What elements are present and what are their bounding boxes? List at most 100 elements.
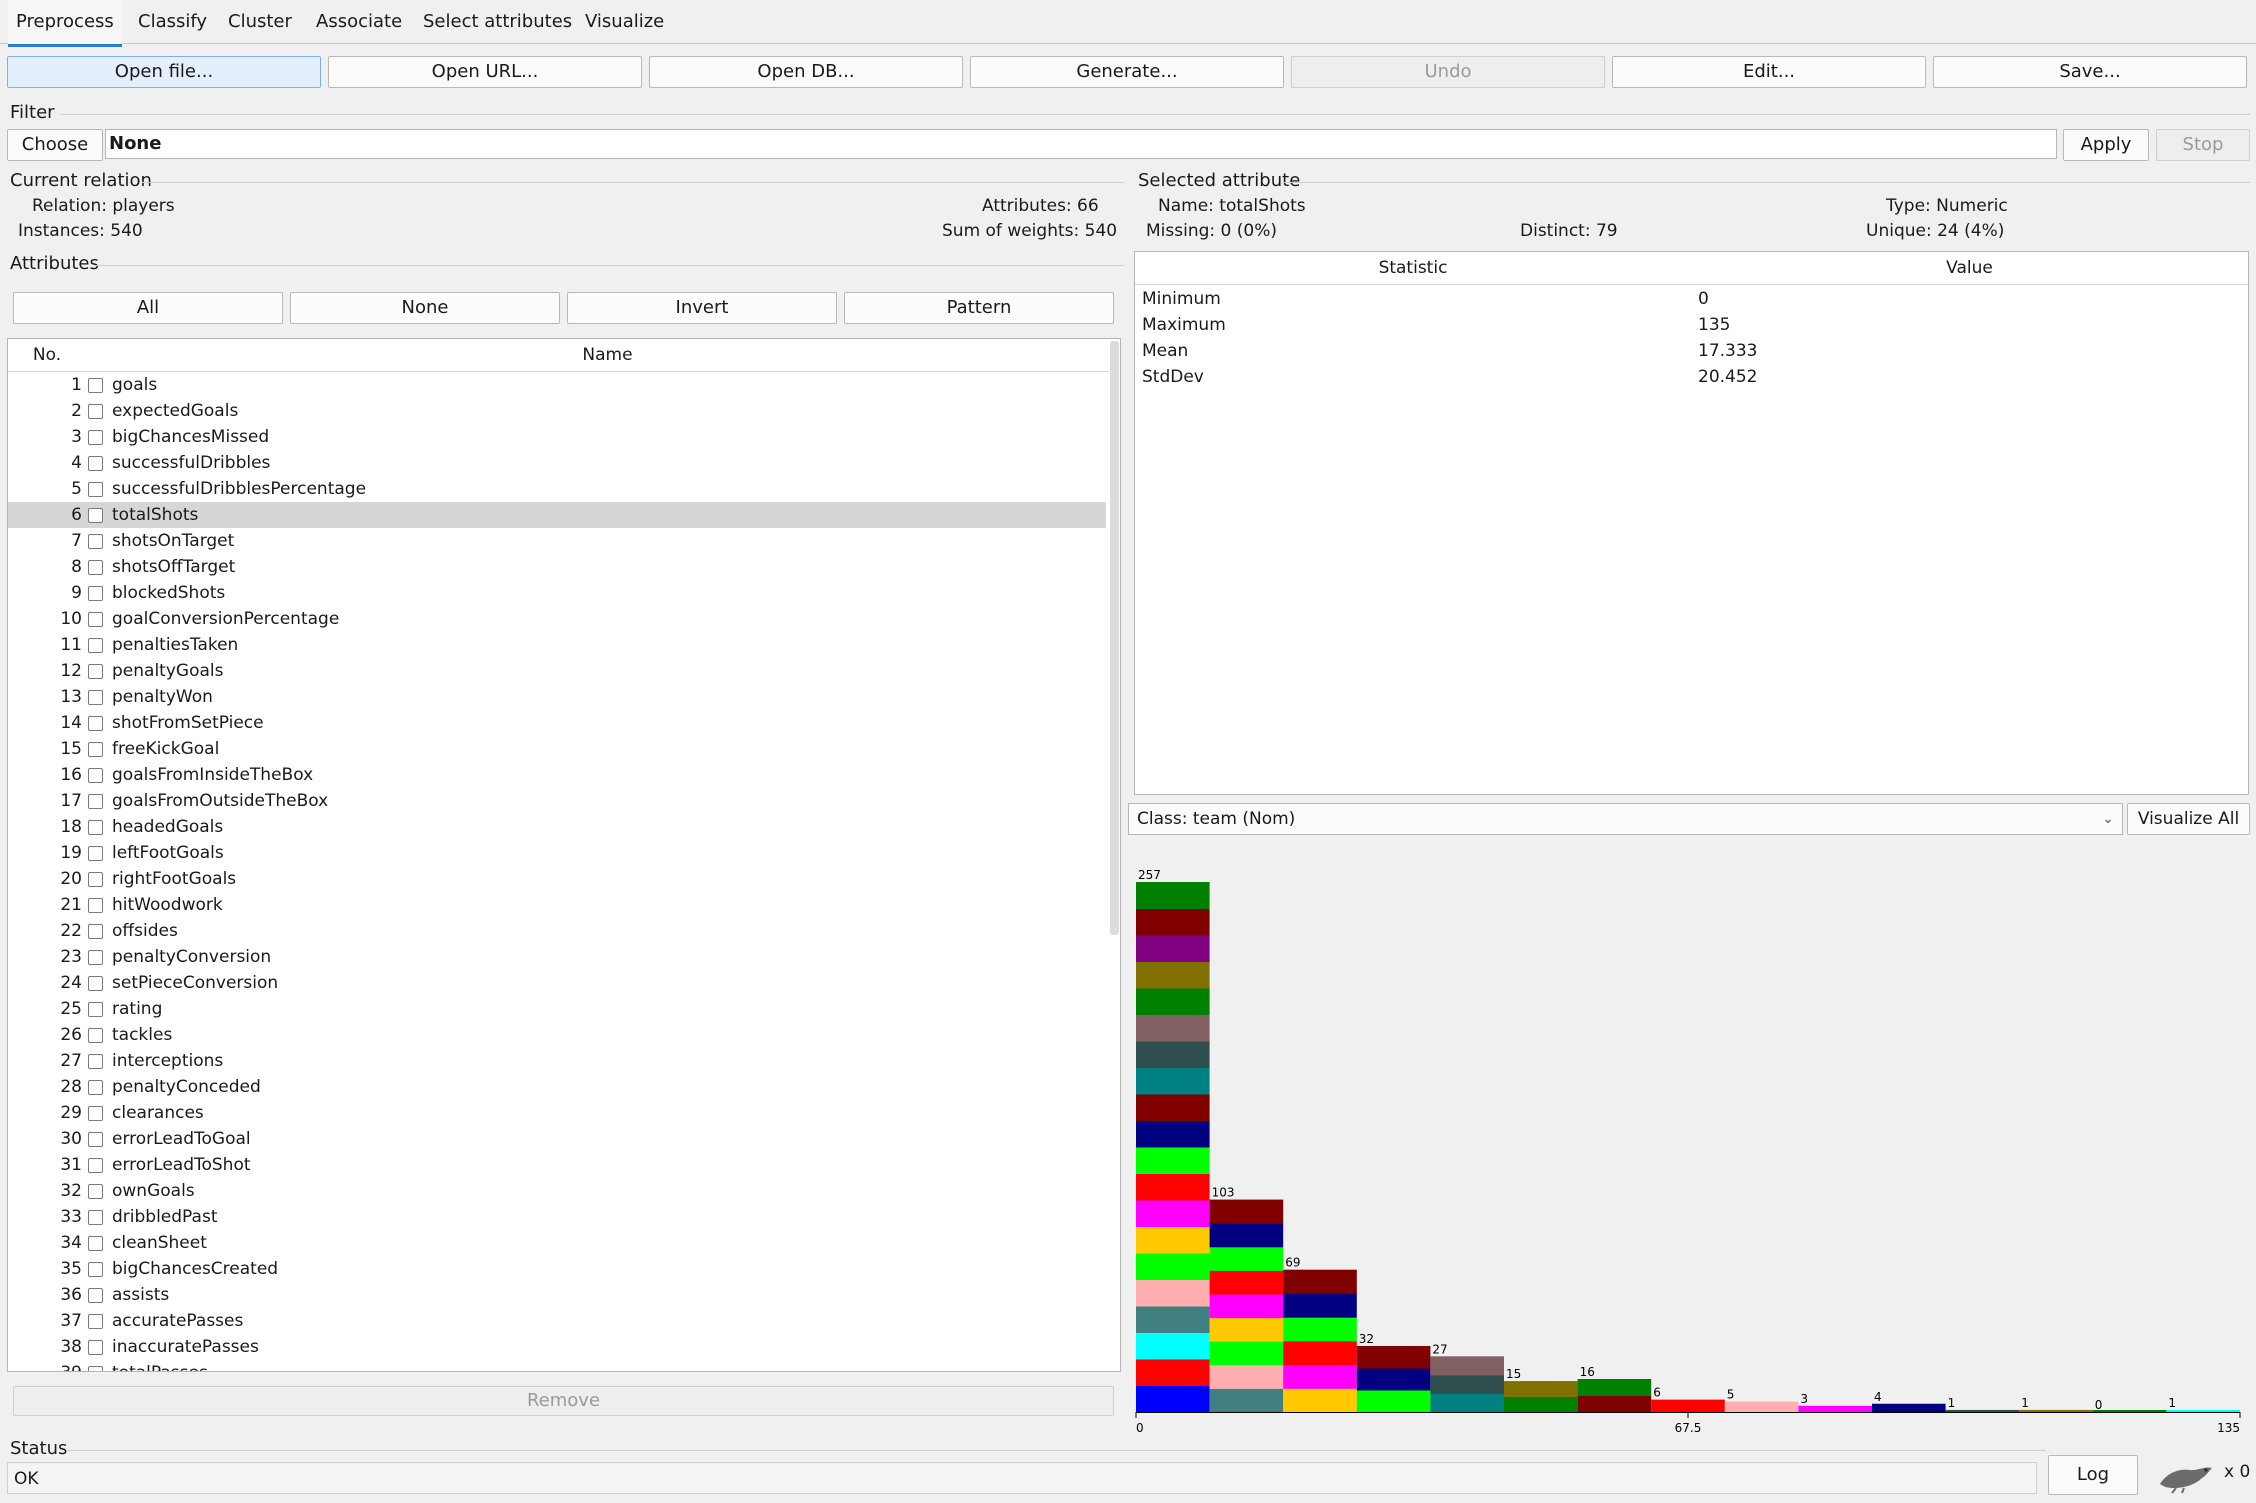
- undo-button[interactable]: Undo: [1291, 56, 1605, 88]
- table-row[interactable]: 26 tackles: [8, 1022, 1106, 1048]
- histogram-bar[interactable]: [1283, 1269, 1357, 1413]
- open-file-button[interactable]: Open file...: [7, 56, 321, 88]
- row-checkbox[interactable]: [88, 1366, 103, 1371]
- row-checkbox[interactable]: [88, 430, 103, 445]
- row-checkbox[interactable]: [88, 1080, 103, 1095]
- row-checkbox[interactable]: [88, 716, 103, 731]
- table-row[interactable]: 5 successfulDribblesPercentage: [8, 476, 1106, 502]
- row-checkbox[interactable]: [88, 820, 103, 835]
- row-checkbox[interactable]: [88, 1288, 103, 1303]
- table-row[interactable]: 11 penaltiesTaken: [8, 632, 1106, 658]
- histogram-bar[interactable]: [1209, 1199, 1284, 1413]
- column-header-name[interactable]: Name: [106, 339, 1109, 372]
- select-all-button[interactable]: All: [13, 292, 283, 324]
- pattern-button[interactable]: Pattern: [844, 292, 1114, 324]
- row-checkbox[interactable]: [88, 1158, 103, 1173]
- row-checkbox[interactable]: [88, 560, 103, 575]
- table-row[interactable]: 15 freeKickGoal: [8, 736, 1106, 762]
- table-row[interactable]: 29 clearances: [8, 1100, 1106, 1126]
- table-row[interactable]: 6 totalShots: [8, 502, 1106, 528]
- table-row[interactable]: 39 totalPasses: [8, 1360, 1106, 1371]
- generate-button[interactable]: Generate...: [970, 56, 1284, 88]
- invert-selection-button[interactable]: Invert: [567, 292, 837, 324]
- table-row[interactable]: 9 blockedShots: [8, 580, 1106, 606]
- row-checkbox[interactable]: [88, 690, 103, 705]
- row-checkbox[interactable]: [88, 768, 103, 783]
- table-row[interactable]: 36 assists: [8, 1282, 1106, 1308]
- row-checkbox[interactable]: [88, 378, 103, 393]
- table-row[interactable]: 19 leftFootGoals: [8, 840, 1106, 866]
- tab-visualize[interactable]: Visualize: [577, 0, 672, 44]
- row-checkbox[interactable]: [88, 1106, 103, 1121]
- row-checkbox[interactable]: [88, 404, 103, 419]
- row-checkbox[interactable]: [88, 1210, 103, 1225]
- table-row[interactable]: 13 penaltyWon: [8, 684, 1106, 710]
- table-row[interactable]: 2 expectedGoals: [8, 398, 1106, 424]
- row-checkbox[interactable]: [88, 898, 103, 913]
- histogram-bar[interactable]: [2092, 1410, 2167, 1412]
- row-checkbox[interactable]: [88, 872, 103, 887]
- table-row[interactable]: 22 offsides: [8, 918, 1106, 944]
- attributes-scrollbar[interactable]: [1110, 341, 1119, 935]
- row-checkbox[interactable]: [88, 1314, 103, 1329]
- table-row[interactable]: 12 penaltyGoals: [8, 658, 1106, 684]
- table-row[interactable]: 23 penaltyConversion: [8, 944, 1106, 970]
- row-checkbox[interactable]: [88, 638, 103, 653]
- row-checkbox[interactable]: [88, 508, 103, 523]
- filter-choose-button[interactable]: Choose: [7, 129, 103, 161]
- table-row[interactable]: 7 shotsOnTarget: [8, 528, 1106, 554]
- table-row[interactable]: 20 rightFootGoals: [8, 866, 1106, 892]
- table-row[interactable]: 37 accuratePasses: [8, 1308, 1106, 1334]
- row-checkbox[interactable]: [88, 664, 103, 679]
- row-checkbox[interactable]: [88, 482, 103, 497]
- log-button[interactable]: Log: [2048, 1455, 2138, 1495]
- row-checkbox[interactable]: [88, 794, 103, 809]
- tab-classify[interactable]: Classify: [130, 0, 215, 44]
- histogram-bar[interactable]: [1430, 1356, 1504, 1413]
- tab-select-attributes[interactable]: Select attributes: [415, 0, 580, 44]
- row-checkbox[interactable]: [88, 846, 103, 861]
- table-row[interactable]: 28 penaltyConceded: [8, 1074, 1106, 1100]
- table-row[interactable]: 10 goalConversionPercentage: [8, 606, 1106, 632]
- open-db-button[interactable]: Open DB...: [649, 56, 963, 88]
- tab-preprocess[interactable]: Preprocess: [8, 0, 122, 47]
- class-dropdown[interactable]: Class: team (Nom) ⌄: [1128, 803, 2123, 835]
- column-header-statistic[interactable]: Statistic: [1135, 252, 1692, 285]
- row-checkbox[interactable]: [88, 1262, 103, 1277]
- table-row[interactable]: 24 setPieceConversion: [8, 970, 1106, 996]
- tab-associate[interactable]: Associate: [308, 0, 410, 44]
- remove-button[interactable]: Remove: [13, 1386, 1114, 1416]
- row-checkbox[interactable]: [88, 1028, 103, 1043]
- class-histogram[interactable]: 257 103 69 32 27 15 16 6 5 3 4 1 1 0 1 0 67.5 135: [1128, 850, 2250, 1446]
- table-row[interactable]: 31 errorLeadToShot: [8, 1152, 1106, 1178]
- table-row[interactable]: 4 successfulDribbles: [8, 450, 1106, 476]
- table-row[interactable]: 16 goalsFromInsideTheBox: [8, 762, 1106, 788]
- table-row[interactable]: 30 errorLeadToGoal: [8, 1126, 1106, 1152]
- edit-button[interactable]: Edit...: [1612, 56, 1926, 88]
- tab-cluster[interactable]: Cluster: [220, 0, 300, 44]
- table-row[interactable]: 17 goalsFromOutsideTheBox: [8, 788, 1106, 814]
- row-checkbox[interactable]: [88, 1184, 103, 1199]
- visualize-all-button[interactable]: Visualize All: [2127, 803, 2250, 835]
- histogram-bar[interactable]: [1356, 1346, 1431, 1413]
- row-checkbox[interactable]: [88, 586, 103, 601]
- row-checkbox[interactable]: [88, 742, 103, 757]
- row-checkbox[interactable]: [88, 1054, 103, 1069]
- weka-bird-icon[interactable]: [2156, 1458, 2218, 1494]
- row-checkbox[interactable]: [88, 1236, 103, 1251]
- table-row[interactable]: 38 inaccuratePasses: [8, 1334, 1106, 1360]
- row-checkbox[interactable]: [88, 924, 103, 939]
- filter-stop-button[interactable]: Stop: [2156, 129, 2250, 161]
- histogram-bar[interactable]: [1724, 1401, 1799, 1413]
- histogram-bar[interactable]: [1577, 1379, 1652, 1413]
- row-checkbox[interactable]: [88, 1132, 103, 1147]
- filter-field[interactable]: None: [105, 129, 2057, 159]
- table-row[interactable]: 35 bigChancesCreated: [8, 1256, 1106, 1282]
- open-url-button[interactable]: Open URL...: [328, 56, 642, 88]
- table-row[interactable]: 3 bigChancesMissed: [8, 424, 1106, 450]
- table-row[interactable]: 25 rating: [8, 996, 1106, 1022]
- row-checkbox[interactable]: [88, 976, 103, 991]
- table-row[interactable]: 21 hitWoodwork: [8, 892, 1106, 918]
- row-checkbox[interactable]: [88, 950, 103, 965]
- table-row[interactable]: 32 ownGoals: [8, 1178, 1106, 1204]
